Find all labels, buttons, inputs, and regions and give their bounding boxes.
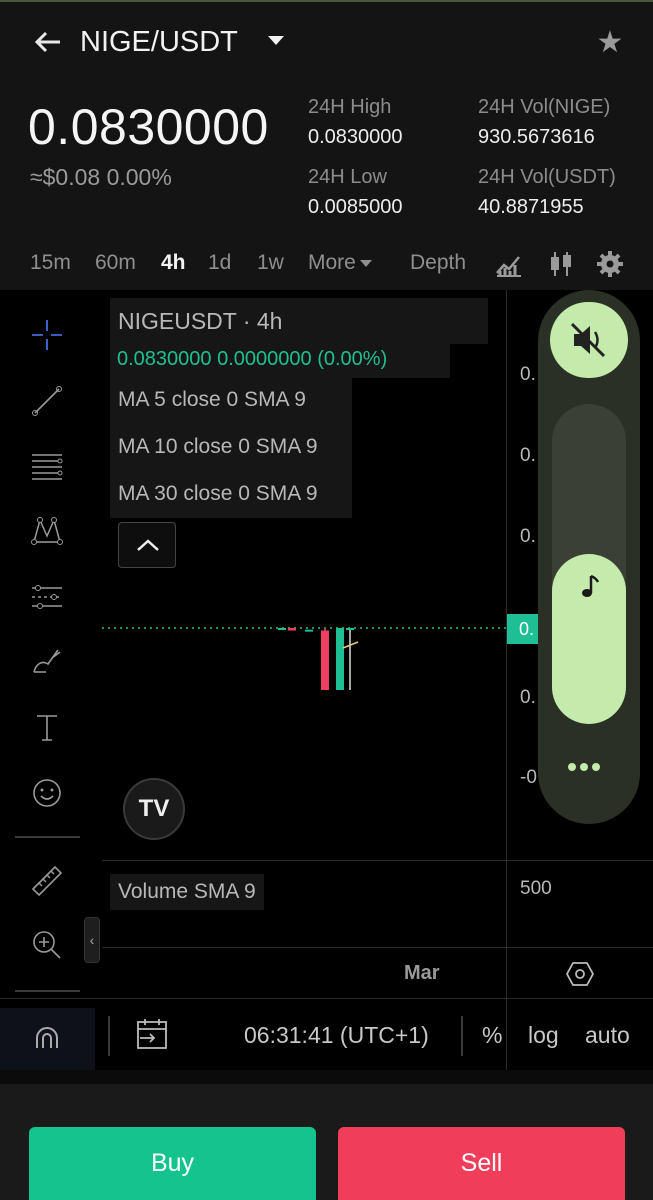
legend-ma10[interactable]: MA 10 close 0 SMA 9 [118, 435, 318, 459]
pair-title[interactable]: NIGE/USDT [80, 26, 238, 59]
depth-tab[interactable]: Depth [410, 251, 466, 275]
forecast-tool-icon[interactable] [28, 578, 66, 616]
tradingview-logo[interactable]: TV [123, 778, 185, 840]
chevron-down-icon [359, 259, 372, 267]
axis-label: 0. [520, 364, 536, 385]
axis-label: -0 [520, 767, 537, 788]
candles-group [278, 628, 354, 690]
speaker-muted-icon [570, 322, 606, 358]
emoji-icon[interactable] [28, 774, 66, 812]
volume-legend: Volume SMA 9 [110, 874, 264, 910]
time-axis-label: Mar [404, 962, 440, 984]
tf-more[interactable]: More [308, 251, 372, 275]
market-header: NIGE/USDT ★ 0.0830000 ≈$0.08 0.00% 24H H… [0, 2, 653, 290]
drawing-toolbar [0, 290, 95, 1070]
tf-4h[interactable]: 4h [161, 251, 186, 275]
chart-area[interactable]: ‹ NIGEUSDT · 4h 0.0830000 0.0000000 (0.0… [0, 290, 653, 1070]
toolbar-divider [15, 990, 80, 992]
volume-slider-fill [552, 554, 626, 724]
vol-quote-value: 40.8871955 [478, 196, 584, 218]
tf-more-label: More [308, 251, 356, 274]
buy-button[interactable]: Buy [29, 1127, 316, 1200]
collapse-toolbar-tab[interactable]: ‹ [84, 917, 100, 963]
candle-body[interactable] [305, 629, 313, 632]
volume-slider[interactable] [552, 404, 626, 724]
spacer [0, 1070, 653, 1084]
pair-dropdown-caret-icon[interactable] [268, 36, 284, 45]
candle-body[interactable] [288, 628, 296, 631]
music-note-icon [582, 575, 600, 598]
timeframe-bar: 15m 60m 4h 1d 1w More Depth [0, 246, 653, 286]
volume-axis-label: 500 [520, 878, 552, 899]
crosshair-icon[interactable] [28, 316, 66, 354]
price-change: 0.00% [106, 164, 172, 190]
calendar-goto-icon[interactable] [134, 1016, 170, 1052]
tf-1d[interactable]: 1d [208, 251, 231, 275]
toolbar-divider [15, 836, 80, 838]
low-label: 24H Low [308, 166, 387, 188]
axis-label: 0. [520, 445, 536, 466]
high-value: 0.0830000 [308, 126, 403, 148]
candlestick-type-icon[interactable] [546, 249, 576, 279]
legend-ohlc-values: 0.0830000 0.0000000 (0.00%) [117, 348, 388, 370]
low-value: 0.0085000 [308, 196, 403, 218]
chevron-up-icon [137, 539, 159, 551]
magnet-mode-button[interactable] [0, 1008, 95, 1070]
candle-body[interactable] [278, 628, 286, 630]
favorite-star-icon[interactable]: ★ [593, 26, 627, 60]
log-scale-button[interactable]: log [528, 1022, 559, 1049]
pattern-tool-icon[interactable] [28, 512, 66, 550]
legend-ma30[interactable]: MA 30 close 0 SMA 9 [118, 482, 318, 506]
media-volume-panel [538, 290, 640, 824]
back-arrow-icon[interactable] [30, 24, 66, 60]
trend-line-icon[interactable] [28, 382, 66, 420]
vol-base-label: 24H Vol(NIGE) [478, 96, 611, 118]
ruler-icon[interactable] [28, 862, 66, 900]
toolbar-separator [461, 1016, 463, 1056]
tf-60m[interactable]: 60m [95, 251, 136, 275]
tf-15m[interactable]: 15m [30, 251, 71, 275]
candle-body[interactable] [321, 630, 329, 690]
candle-body[interactable] [336, 628, 344, 690]
high-label: 24H High [308, 96, 392, 118]
gear-icon[interactable] [595, 249, 625, 279]
bottom-bar-divider [0, 998, 653, 999]
percent-scale-button[interactable]: % [482, 1022, 502, 1049]
time-axis-divider [102, 947, 653, 948]
price-fiat: ≈$0.08 [30, 164, 101, 190]
toolbar-separator [108, 1016, 110, 1056]
collapse-legend-button[interactable] [118, 522, 176, 568]
indicator-chart-icon[interactable] [494, 249, 524, 279]
last-price: 0.0830000 [28, 99, 269, 155]
auto-scale-button[interactable]: auto [585, 1022, 630, 1049]
mute-toggle-button[interactable] [550, 302, 628, 378]
volume-pane-divider [102, 860, 653, 861]
legend-ma5[interactable]: MA 5 close 0 SMA 9 [118, 388, 306, 412]
sell-button[interactable]: Sell [338, 1127, 625, 1200]
price-fiat-change: ≈$0.08 0.00% [30, 164, 172, 191]
candle-body[interactable] [346, 628, 354, 630]
tf-1w[interactable]: 1w [257, 251, 284, 275]
vol-base-value: 930.5673616 [478, 126, 595, 148]
magnet-icon [36, 1027, 58, 1048]
fib-lines-icon[interactable] [28, 446, 66, 484]
more-options-icon[interactable] [568, 758, 610, 772]
vol-quote-label: 24H Vol(USDT) [478, 166, 616, 188]
legend-symbol-title: NIGEUSDT · 4h [118, 308, 283, 334]
axis-label: 0. [520, 687, 536, 708]
brush-icon[interactable] [28, 642, 66, 680]
clock-timezone[interactable]: 06:31:41 (UTC+1) [244, 1022, 429, 1049]
axis-label: 0. [520, 526, 536, 547]
text-tool-icon[interactable] [28, 708, 66, 746]
zoom-in-icon[interactable] [28, 926, 66, 964]
hexagon-settings-icon[interactable] [566, 960, 594, 988]
